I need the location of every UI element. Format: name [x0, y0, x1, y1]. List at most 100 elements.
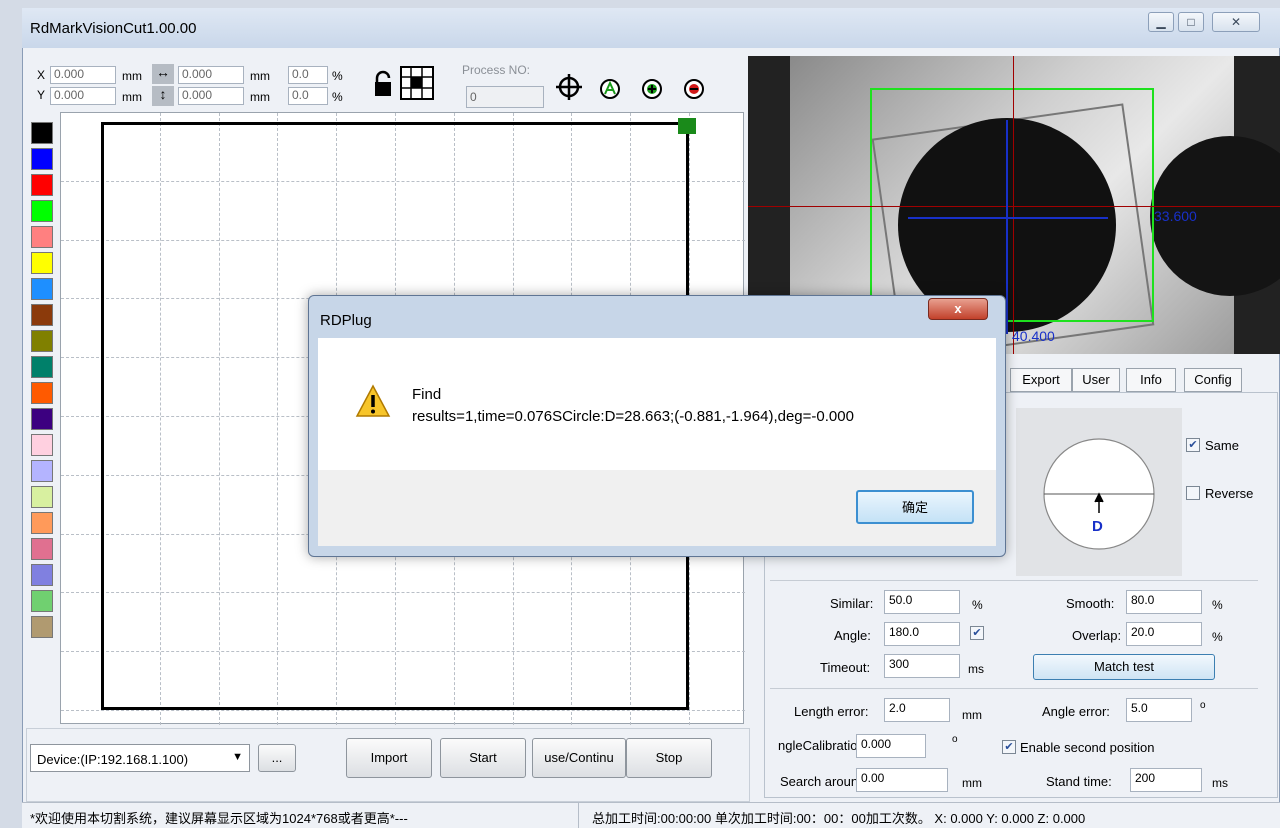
height-field[interactable]: 0.000: [178, 87, 244, 105]
color-swatch[interactable]: [31, 460, 53, 482]
smooth-unit: %: [1212, 598, 1223, 612]
color-swatch[interactable]: [31, 278, 53, 300]
x-position-field[interactable]: 0.000: [50, 66, 116, 84]
length-error-label: Length error:: [794, 704, 869, 719]
start-button[interactable]: Start: [440, 738, 526, 778]
color-swatch[interactable]: [31, 148, 53, 170]
color-swatch[interactable]: [31, 356, 53, 378]
similar-label: Similar:: [830, 596, 874, 611]
crosshair-icon[interactable]: [556, 74, 582, 103]
angle-field[interactable]: 180.0: [884, 622, 960, 646]
maximize-button[interactable]: □: [1178, 12, 1204, 32]
stop-button[interactable]: Stop: [626, 738, 712, 778]
color-swatch[interactable]: [31, 616, 53, 638]
lock-icon[interactable]: [372, 70, 394, 101]
angle-calibration-field[interactable]: 0.000: [856, 734, 926, 758]
dialog-message-line2: results=1,time=0.076SCircle:D=28.663;(-0…: [412, 408, 854, 425]
process-no-field[interactable]: 0: [466, 86, 544, 108]
angle-calibration-label: ngleCalibration:: [778, 738, 869, 753]
y-unit: mm: [122, 90, 142, 104]
origin-marker: [678, 118, 696, 134]
angle-checkbox[interactable]: ✔: [970, 626, 984, 640]
reverse-checkbox[interactable]: [1186, 486, 1200, 500]
grid-align-icon[interactable]: [400, 66, 434, 103]
color-swatch[interactable]: [31, 252, 53, 274]
overlap-label: Overlap:: [1072, 628, 1122, 643]
device-select[interactable]: Device:(IP:192.168.1.100) ▼: [30, 744, 250, 772]
similar-unit: %: [972, 598, 983, 612]
enable-second-position-checkbox[interactable]: ✔: [1002, 740, 1016, 754]
stand-time-field[interactable]: 200: [1130, 768, 1202, 792]
overlap-unit: %: [1212, 630, 1223, 644]
angle-error-label: Angle error:: [1042, 704, 1110, 719]
scale-y-unit: %: [332, 90, 343, 104]
width-field[interactable]: 0.000: [178, 66, 244, 84]
tab-export[interactable]: Export: [1010, 368, 1072, 392]
status-message: *欢迎使用本切割系统，建议屏幕显示区域为1024*768或者更高*---: [30, 811, 408, 826]
separator: [770, 688, 1258, 689]
same-checkbox[interactable]: ✔: [1186, 438, 1200, 452]
overlap-field[interactable]: 20.0: [1126, 622, 1202, 646]
angle-error-unit: o: [1200, 700, 1206, 711]
pause-continue-button[interactable]: use/Continu: [532, 738, 626, 778]
status-process-info: 总加工时间:00:00:00 单次加工时间:00：00：00加工次数。 X: 0…: [592, 811, 1086, 826]
import-button[interactable]: Import: [346, 738, 432, 778]
zoom-out-icon[interactable]: [683, 78, 705, 103]
dialog-body: [318, 338, 996, 470]
color-swatch[interactable]: [31, 434, 53, 456]
color-swatch[interactable]: [31, 304, 53, 326]
color-swatch[interactable]: [31, 486, 53, 508]
grid-line: [61, 710, 745, 711]
stand-time-unit: ms: [1212, 776, 1228, 790]
length-error-field[interactable]: 2.0: [884, 698, 950, 722]
color-swatch[interactable]: [31, 200, 53, 222]
length-error-unit: mm: [962, 708, 982, 722]
width-arrow-icon: ↔: [152, 64, 174, 84]
zoom-in-icon[interactable]: [641, 78, 663, 103]
match-test-button[interactable]: Match test: [1033, 654, 1215, 680]
close-window-button[interactable]: ✕: [1212, 12, 1260, 32]
auto-focus-icon[interactable]: [599, 78, 621, 103]
dropdown-arrow-icon: ▼: [232, 751, 243, 763]
window-title: RdMarkVisionCut1.00.00: [30, 20, 197, 37]
color-swatch[interactable]: [31, 512, 53, 534]
title-bar: [22, 8, 1280, 48]
scale-y-field[interactable]: 0.0: [288, 87, 328, 105]
color-swatch[interactable]: [31, 122, 53, 144]
status-divider: [578, 802, 579, 828]
warning-icon: [355, 384, 391, 421]
timeout-field[interactable]: 300: [884, 654, 960, 678]
search-around-field[interactable]: 0.00: [856, 768, 948, 792]
x-label: X: [37, 68, 46, 82]
smooth-label: Smooth:: [1066, 596, 1115, 611]
minimize-button[interactable]: ▁: [1148, 12, 1174, 32]
color-swatch[interactable]: [31, 564, 53, 586]
scale-x-field[interactable]: 0.0: [288, 66, 328, 84]
enable-second-position-label: Enable second position: [1020, 740, 1155, 755]
similar-field[interactable]: 50.0: [884, 590, 960, 614]
width-unit: mm: [250, 69, 270, 83]
dialog-message-line1: Find: [412, 386, 442, 403]
tab-config[interactable]: Config: [1184, 368, 1242, 392]
stand-time-label: Stand time:: [1046, 774, 1112, 789]
color-swatch[interactable]: [31, 408, 53, 430]
color-swatch[interactable]: [31, 382, 53, 404]
color-swatch[interactable]: [31, 174, 53, 196]
color-swatch[interactable]: [31, 226, 53, 248]
tab-user[interactable]: User: [1072, 368, 1120, 392]
device-more-button[interactable]: ...: [258, 744, 296, 772]
angle-label: Angle:: [834, 628, 871, 643]
angle-calibration-unit: o: [952, 734, 958, 745]
height-arrow-icon: ↕: [152, 86, 174, 106]
direction-preview: D: [1016, 408, 1182, 576]
color-swatch[interactable]: [31, 330, 53, 352]
smooth-field[interactable]: 80.0: [1126, 590, 1202, 614]
tab-info[interactable]: Info: [1126, 368, 1176, 392]
color-swatch[interactable]: [31, 538, 53, 560]
y-position-field[interactable]: 0.000: [50, 87, 116, 105]
dialog-ok-button[interactable]: 确定: [856, 490, 974, 524]
timeout-label: Timeout:: [820, 660, 871, 675]
dialog-close-button[interactable]: x: [928, 298, 988, 320]
color-swatch[interactable]: [31, 590, 53, 612]
angle-error-field[interactable]: 5.0: [1126, 698, 1192, 722]
